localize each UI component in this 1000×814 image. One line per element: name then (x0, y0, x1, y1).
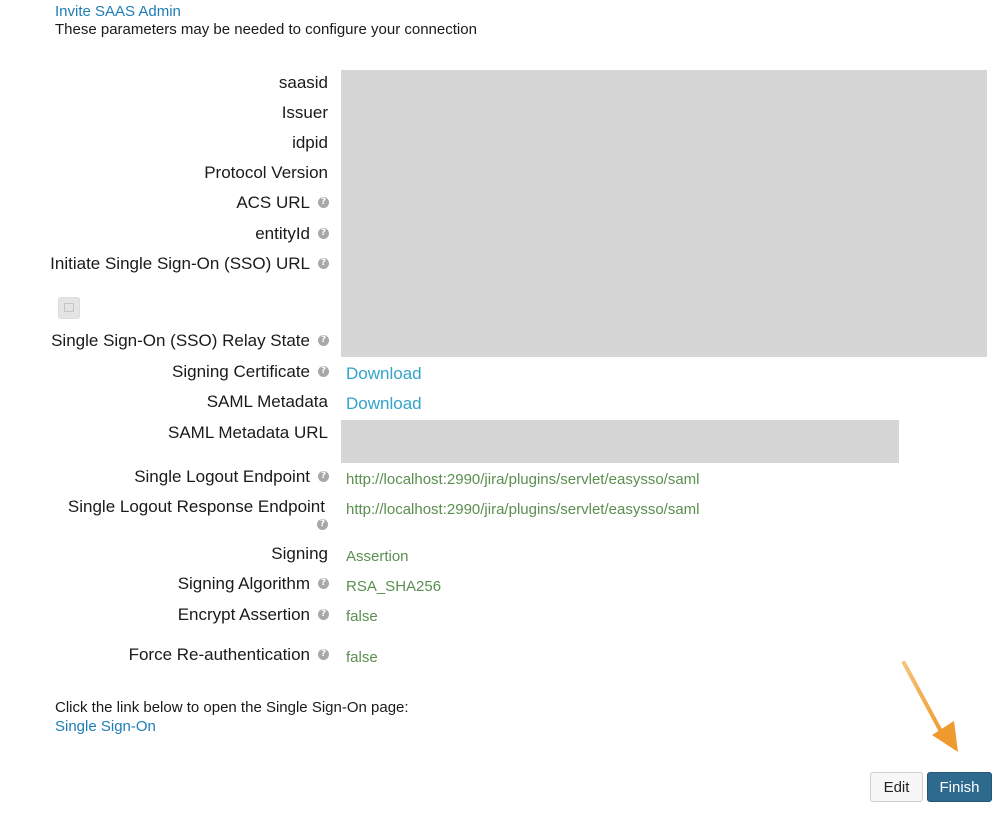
label-initiate-sso-url-text: Initiate Single Sign-On (SSO) URL (50, 254, 310, 273)
label-encrypt-assertion-text: Encrypt Assertion (177, 605, 310, 624)
help-icon[interactable]: ? (318, 366, 329, 378)
help-icon[interactable]: ? (318, 578, 329, 590)
help-icon[interactable]: ? (318, 228, 329, 240)
label-sso-relay-state-text: Single Sign-On (SSO) Relay State (51, 331, 310, 350)
label-signing-algorithm: Signing Algorithm? (178, 574, 329, 594)
label-acs-url-text: ACS URL (236, 193, 310, 212)
label-entity-id-text: entityId (255, 224, 310, 243)
label-entity-id: entityId? (255, 224, 329, 244)
label-idpid: idpid (292, 133, 328, 152)
help-icon[interactable]: ? (318, 197, 329, 209)
signing-certificate-download-link[interactable]: Download (346, 364, 422, 384)
label-single-logout-endpoint-text: Single Logout Endpoint (134, 467, 310, 486)
help-icon[interactable]: ? (318, 609, 329, 621)
single-logout-response-endpoint-value: http://localhost:2990/jira/plugins/servl… (346, 501, 700, 518)
label-saasid: saasid (278, 73, 328, 92)
arrow-pointer-icon (902, 661, 958, 752)
label-force-reauth: Force Re-authentication? (129, 645, 329, 665)
label-single-logout-response-endpoint: Single Logout Response Endpoint (67, 497, 325, 516)
signing-algorithm-value: RSA_SHA256 (346, 578, 442, 595)
sso-instruction-text: Click the link below to open the Single … (55, 699, 409, 716)
intro-text: These parameters may be needed to config… (55, 21, 477, 38)
label-protocol-version: Protocol Version (204, 163, 328, 182)
signing-value: Assertion (346, 548, 409, 565)
redacted-metadata-url-block (341, 420, 899, 463)
invite-saas-admin-link[interactable]: Invite SAAS Admin (55, 3, 181, 20)
help-icon[interactable]: ? (317, 519, 328, 530)
encrypt-assertion-value: false (346, 608, 378, 625)
help-icon[interactable]: ? (318, 649, 329, 661)
single-logout-endpoint-value: http://localhost:2990/jira/plugins/servl… (346, 471, 700, 488)
label-initiate-sso-url: Initiate Single Sign-On (SSO) URL? (50, 254, 329, 274)
label-signing-certificate-text: Signing Certificate (172, 362, 310, 381)
label-signing-certificate: Signing Certificate? (172, 362, 329, 382)
label-signing: Signing (271, 544, 328, 563)
edit-button[interactable]: Edit (870, 772, 923, 802)
label-encrypt-assertion: Encrypt Assertion? (178, 605, 329, 625)
collapse-icon[interactable] (58, 297, 80, 319)
label-single-logout-endpoint: Single Logout Endpoint? (134, 467, 329, 487)
help-icon[interactable]: ? (318, 335, 329, 347)
label-saml-metadata-url: SAML Metadata URL (168, 423, 328, 442)
label-signing-algorithm-text: Signing Algorithm (177, 574, 310, 593)
label-acs-url: ACS URL? (236, 193, 329, 213)
label-issuer: Issuer (281, 103, 328, 122)
help-icon[interactable]: ? (318, 258, 329, 270)
saml-metadata-download-link[interactable]: Download (346, 394, 422, 414)
force-reauth-value: false (346, 649, 378, 666)
label-sso-relay-state: Single Sign-On (SSO) Relay State? (51, 331, 329, 351)
redacted-values-block (341, 70, 987, 357)
label-force-reauth-text: Force Re-authentication (128, 645, 310, 664)
finish-button[interactable]: Finish (927, 772, 992, 802)
single-sign-on-link[interactable]: Single Sign-On (55, 718, 156, 735)
help-icon[interactable]: ? (318, 471, 329, 483)
label-saml-metadata: SAML Metadata (206, 392, 328, 411)
